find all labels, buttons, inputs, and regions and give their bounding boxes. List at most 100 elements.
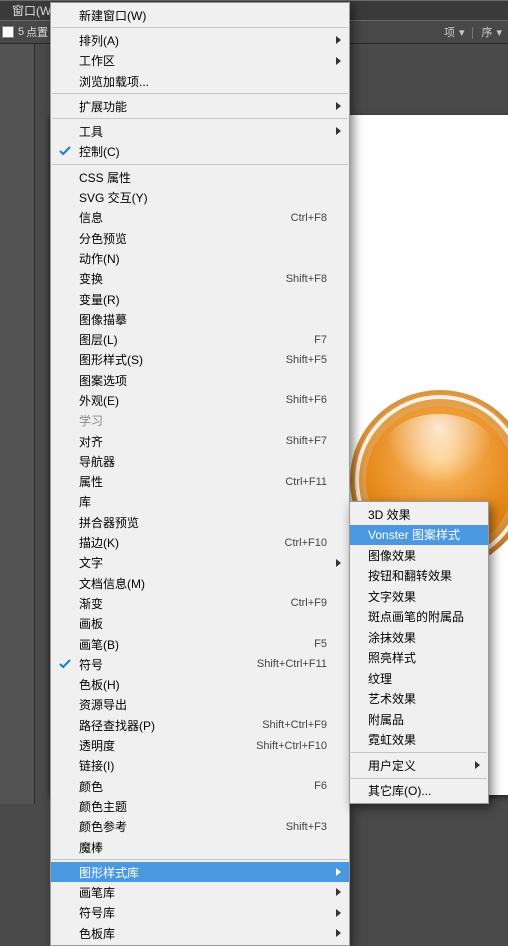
styles-submenu-item[interactable]: 照亮样式	[350, 648, 488, 669]
styles-submenu-item[interactable]: 3D 效果	[350, 504, 488, 525]
window-menu-item[interactable]: 描边(K)Ctrl+F10	[51, 532, 349, 552]
window-menu-separator	[52, 93, 348, 94]
menu-item-label: 工作区	[79, 52, 327, 69]
styles-submenu-item[interactable]: 按钮和翻转效果	[350, 566, 488, 587]
window-menu-item[interactable]: 颜色参考Shift+F3	[51, 817, 349, 837]
menu-item-label: 纹理	[368, 670, 474, 687]
styles-submenu-item[interactable]: 斑点画笔的附属品	[350, 607, 488, 628]
menu-item-label: 色板库	[79, 925, 327, 942]
menu-item-label: 图形样式库	[79, 864, 327, 881]
window-menu-item[interactable]: 画笔库	[51, 882, 349, 902]
menu-item-label: 图像效果	[368, 547, 474, 564]
menu-item-label: 路径查找器(P)	[79, 717, 262, 734]
window-menu-item[interactable]: 画板	[51, 614, 349, 634]
styles-submenu-item[interactable]: 其它库(O)...	[350, 781, 488, 802]
styles-submenu-item[interactable]: Vonster 图案样式	[350, 525, 488, 546]
window-menu-item[interactable]: 扩展功能	[51, 96, 349, 116]
menu-item-label: 颜色参考	[79, 818, 286, 835]
window-menu-item[interactable]: 排列(A)	[51, 30, 349, 50]
window-menu-item[interactable]: 信息Ctrl+F8	[51, 208, 349, 228]
window-menu-item[interactable]: 动作(N)	[51, 248, 349, 268]
window-menu-item[interactable]: 对齐Shift+F7	[51, 431, 349, 451]
window-menu-item[interactable]: 魔棒	[51, 837, 349, 857]
styles-submenu-item[interactable]: 艺术效果	[350, 689, 488, 710]
styles-submenu-item[interactable]: 涂抹效果	[350, 627, 488, 648]
menu-item-shortcut: F7	[314, 334, 327, 346]
window-menu-item[interactable]: 透明度Shift+Ctrl+F10	[51, 735, 349, 755]
menu-item-label: 画笔(B)	[79, 636, 314, 653]
menu-item-label: 图像描摹	[79, 311, 327, 328]
menu-item-label: 照亮样式	[368, 649, 474, 666]
window-menu-item[interactable]: 工作区	[51, 51, 349, 71]
dropdown-icon[interactable]: ▾	[455, 27, 465, 39]
window-menu-item[interactable]: 外观(E)Shift+F6	[51, 390, 349, 410]
chevron-right-icon	[336, 868, 341, 876]
styles-submenu-item[interactable]: 附属品	[350, 709, 488, 730]
window-menu-item[interactable]: 色板(H)	[51, 675, 349, 695]
styles-submenu-separator	[351, 752, 487, 753]
dropdown-icon[interactable]: ▾	[492, 27, 502, 39]
window-menu-item[interactable]: 控制(C)	[51, 142, 349, 162]
menu-item-label: 描边(K)	[79, 534, 285, 551]
window-menu-item[interactable]: 工具	[51, 121, 349, 141]
window-menu-item[interactable]: 符号库	[51, 903, 349, 923]
window-menu-item[interactable]: CSS 属性	[51, 167, 349, 187]
window-menu-item[interactable]: 属性Ctrl+F11	[51, 472, 349, 492]
window-menu-item[interactable]: 图案选项	[51, 370, 349, 390]
window-menu-item[interactable]: 文字	[51, 553, 349, 573]
window-menu-item[interactable]: 颜色主题	[51, 796, 349, 816]
window-menu-item: 学习	[51, 411, 349, 431]
menu-item-label: 渐变	[79, 595, 291, 612]
window-menu-item[interactable]: 导航器	[51, 451, 349, 471]
menu-item-label: 用户定义	[368, 757, 474, 774]
window-menu-item[interactable]: 浏览加载项...	[51, 71, 349, 91]
menu-item-label: 外观(E)	[79, 392, 286, 409]
chevron-right-icon	[336, 102, 341, 110]
window-menu-item[interactable]: 渐变Ctrl+F9	[51, 593, 349, 613]
menu-item-shortcut: Shift+Ctrl+F10	[256, 740, 327, 752]
window-menu-item[interactable]: 符号Shift+Ctrl+F11	[51, 654, 349, 674]
window-menu-item[interactable]: 资源导出	[51, 695, 349, 715]
window-menu-item[interactable]: 图形样式库	[51, 862, 349, 882]
window-menu-item[interactable]: 颜色F6	[51, 776, 349, 796]
window-menu-item[interactable]: 路径查找器(P)Shift+Ctrl+F9	[51, 715, 349, 735]
styles-submenu-item[interactable]: 用户定义	[350, 755, 488, 776]
menu-item-label: 颜色主题	[79, 798, 327, 815]
styles-submenu-item[interactable]: 纹理	[350, 668, 488, 689]
check-icon	[59, 658, 71, 670]
menu-item-label: 文字	[79, 554, 327, 571]
menu-item-shortcut: Shift+F8	[286, 273, 327, 285]
chevron-right-icon	[475, 761, 480, 769]
menu-item-label: 符号	[79, 656, 257, 673]
styles-submenu-item[interactable]: 文字效果	[350, 586, 488, 607]
menu-item-label: 浏览加载项...	[79, 73, 327, 90]
menu-item-label: CSS 属性	[79, 169, 327, 186]
window-menu-item[interactable]: 图形样式(S)Shift+F5	[51, 350, 349, 370]
window-menu-item[interactable]: 变量(R)	[51, 289, 349, 309]
window-menu-item[interactable]: 画笔(B)F5	[51, 634, 349, 654]
styles-submenu-item[interactable]: 图像效果	[350, 545, 488, 566]
window-menu-item[interactable]: 图层(L)F7	[51, 329, 349, 349]
window-menu-item[interactable]: 拼合器预览	[51, 512, 349, 532]
menu-item-label: 库	[79, 493, 327, 510]
fill-swatch[interactable]	[2, 26, 14, 38]
window-menu-item[interactable]: 文档信息(M)	[51, 573, 349, 593]
window-menu-item[interactable]: 变换Shift+F8	[51, 269, 349, 289]
menu-item-shortcut: Shift+Ctrl+F11	[257, 658, 327, 670]
menu-item-label: 控制(C)	[79, 143, 327, 160]
tool-strip[interactable]	[0, 44, 35, 804]
menu-item-label: 图案选项	[79, 372, 327, 389]
window-menu-item[interactable]: 色板库	[51, 923, 349, 943]
window-menu-item[interactable]: 图像描摹	[51, 309, 349, 329]
menu-item-label: 学习	[79, 412, 327, 429]
window-menu-item[interactable]: SVG 交互(Y)	[51, 187, 349, 207]
stroke-value[interactable]: 5	[18, 26, 24, 38]
window-menu-separator	[52, 118, 348, 119]
stroke-unit: 点置	[26, 24, 48, 40]
window-menu-item[interactable]: 链接(I)	[51, 756, 349, 776]
window-menu-item[interactable]: 新建窗口(W)	[51, 5, 349, 25]
menu-item-label: 图形样式(S)	[79, 351, 286, 368]
window-menu-item[interactable]: 分色预览	[51, 228, 349, 248]
styles-submenu-item[interactable]: 霓虹效果	[350, 730, 488, 751]
window-menu-item[interactable]: 库	[51, 492, 349, 512]
